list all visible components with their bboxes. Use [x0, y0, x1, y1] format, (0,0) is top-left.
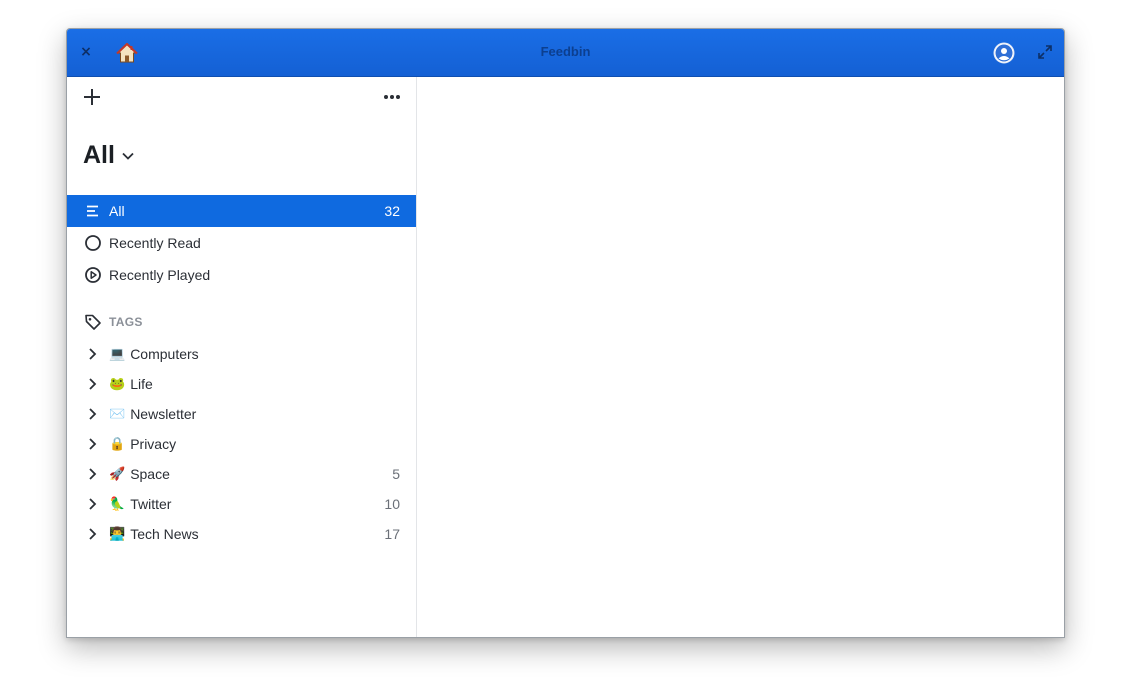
chevron-right-icon[interactable]	[83, 465, 101, 483]
tag-label: Life	[130, 376, 153, 392]
tag-item-newsletter[interactable]: ✉️ Newsletter	[67, 399, 416, 429]
tag-label: Newsletter	[130, 406, 197, 422]
rocket-icon: 🚀	[109, 466, 126, 482]
tag-label: Space	[130, 466, 170, 482]
tags-header-label: TAGS	[109, 315, 143, 329]
circle-icon	[83, 233, 103, 253]
tag-item-privacy[interactable]: 🔒 Privacy	[67, 429, 416, 459]
tag-item-space[interactable]: 🚀 Space 5	[67, 459, 416, 489]
ellipsis-icon[interactable]	[383, 89, 401, 105]
lock-icon: 🔒	[109, 436, 126, 452]
tag-count: 10	[384, 496, 400, 512]
window-title: Feedbin	[540, 44, 591, 59]
tag-item-computers[interactable]: 💻 Computers	[67, 339, 416, 369]
sidebar: All All 32 Recently Read Recently Played…	[67, 77, 417, 637]
laptop-icon: 💻	[109, 346, 126, 362]
chevron-right-icon[interactable]	[83, 405, 101, 423]
nav-item-recently-read[interactable]: Recently Read	[67, 227, 416, 259]
article-pane	[417, 77, 1064, 637]
chevron-right-icon[interactable]	[83, 435, 101, 453]
tag-label: Tech News	[130, 526, 199, 542]
tag-list: 💻 Computers 🐸 Life ✉️ Newsletter 🔒 Priva…	[67, 339, 416, 549]
tag-item-twitter[interactable]: 🦜 Twitter 10	[67, 489, 416, 519]
play-circle-icon	[83, 265, 103, 285]
plus-icon[interactable]	[82, 87, 102, 107]
chevron-right-icon[interactable]	[83, 495, 101, 513]
app-window: × Feedbin All All 32 Recently Read Recen…	[66, 28, 1065, 638]
tag-item-tech-news[interactable]: 👨‍💻 Tech News 17	[67, 519, 416, 549]
tag-count: 17	[384, 526, 400, 542]
tag-label: Twitter	[130, 496, 172, 512]
technologist-icon: 👨‍💻	[109, 526, 126, 542]
nav-item-label: Recently Read	[109, 235, 201, 251]
chevron-right-icon[interactable]	[83, 345, 101, 363]
view-title: All	[83, 141, 115, 169]
nav-item-label: Recently Played	[109, 267, 211, 283]
tags-header: TAGS	[83, 312, 143, 332]
parrot-icon: 🦜	[109, 496, 126, 512]
chevron-right-icon[interactable]	[83, 525, 101, 543]
titlebar: × Feedbin	[67, 29, 1064, 77]
frog-icon: 🐸	[109, 376, 126, 392]
tag-label: Computers	[130, 346, 199, 362]
unread-count: 32	[384, 203, 400, 219]
maximize-icon[interactable]	[1036, 43, 1054, 61]
envelope-icon: ✉️	[109, 406, 126, 422]
chevron-right-icon[interactable]	[83, 375, 101, 393]
tag-label: Privacy	[130, 436, 177, 452]
account-icon[interactable]	[993, 42, 1015, 64]
chevron-down-icon	[122, 152, 134, 160]
tag-item-life[interactable]: 🐸 Life	[67, 369, 416, 399]
list-icon	[83, 201, 103, 221]
tag-icon	[83, 312, 103, 332]
nav-item-label: All	[109, 203, 125, 219]
tag-count: 5	[392, 466, 400, 482]
nav-item-recently-played[interactable]: Recently Played	[67, 259, 416, 291]
view-selector[interactable]: All	[83, 141, 135, 170]
nav-item-all[interactable]: All 32	[67, 195, 416, 227]
nav-list: All 32 Recently Read Recently Played	[67, 195, 416, 291]
